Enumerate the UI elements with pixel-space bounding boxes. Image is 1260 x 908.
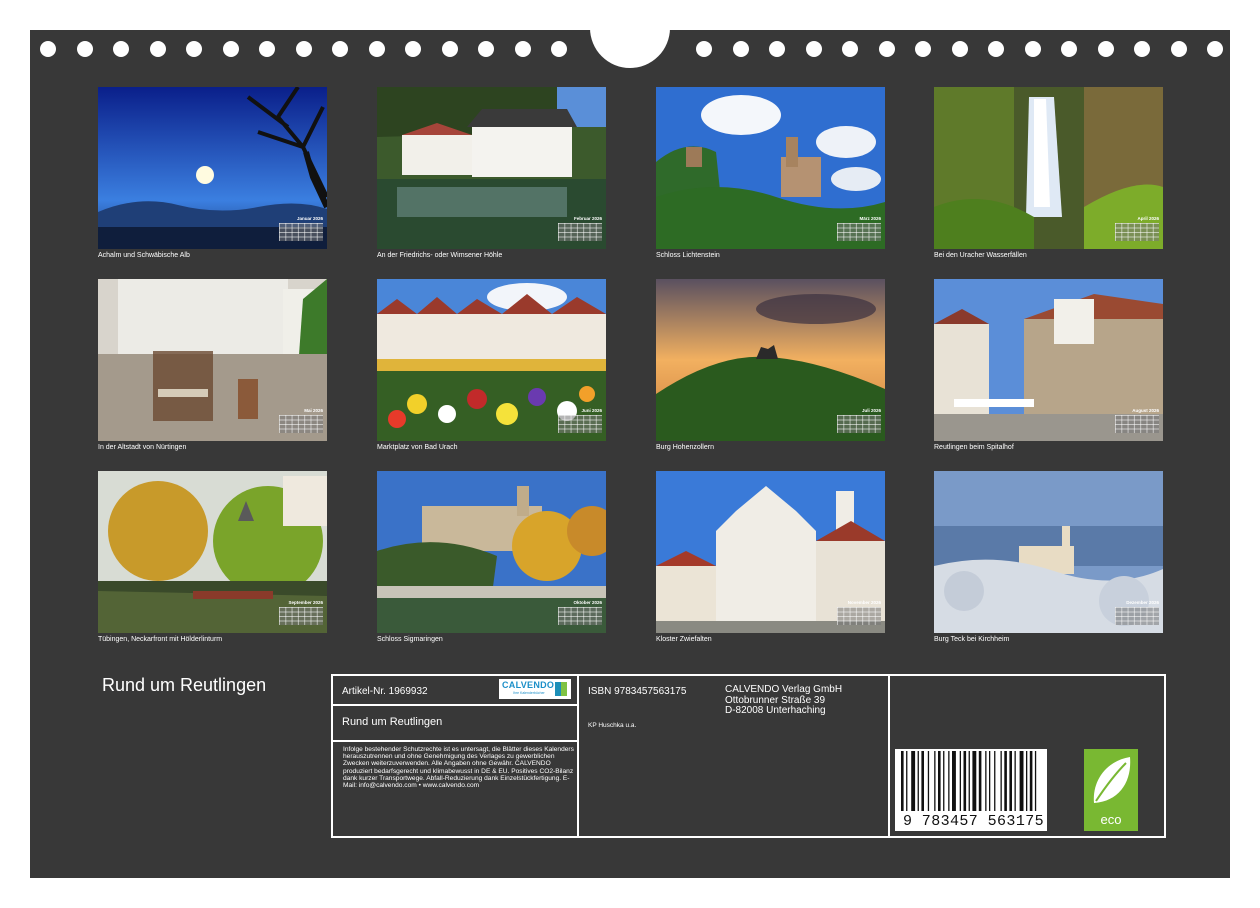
photo-caption: Tübingen, Neckarfront mit Hölderlinturm bbox=[98, 636, 223, 643]
mini-calendar: September 2026 bbox=[279, 600, 323, 625]
mini-calendar: Oktober 2026 bbox=[558, 600, 602, 625]
isbn-barcode: 9 783457 563175 bbox=[895, 749, 1047, 831]
mini-calendar-month: Oktober 2026 bbox=[573, 600, 602, 605]
binding-hole bbox=[1097, 41, 1114, 57]
calendar-back-cover: Januar 2026 Achalm und Schwäbische Alb F… bbox=[30, 0, 1230, 878]
mini-calendar: Dezember 2026 bbox=[1115, 600, 1159, 625]
binding-hole bbox=[1024, 41, 1041, 57]
binding-hole bbox=[76, 41, 93, 57]
logo-subtitle: Ihre Kalenderbücher bbox=[513, 691, 545, 695]
isbn: ISBN 9783457563175 bbox=[588, 686, 687, 697]
binding-hole bbox=[405, 41, 421, 57]
photo-caption: Bei den Uracher Wasserfällen bbox=[934, 252, 1027, 259]
binding-hole bbox=[149, 41, 166, 57]
photo-caption: Schloss Sigmaringen bbox=[377, 636, 443, 643]
product-title: Rund um Reutlingen bbox=[342, 716, 443, 728]
mini-calendar: November 2026 bbox=[837, 600, 881, 625]
photo-march: März 2026 bbox=[656, 87, 885, 249]
photo-april: April 2026 bbox=[934, 87, 1163, 249]
logo-text: CALVENDO bbox=[502, 680, 555, 690]
binding-hole bbox=[551, 41, 567, 57]
binding-hole bbox=[259, 41, 275, 57]
binding-hole bbox=[842, 41, 858, 57]
photo-december: Dezember 2026 bbox=[934, 471, 1163, 633]
binding-hole bbox=[186, 41, 202, 57]
mini-calendar-month: August 2026 bbox=[1132, 408, 1159, 413]
photo-caption: Burg Teck bei Kirchheim bbox=[934, 636, 1010, 643]
photo-caption: Burg Hohenzollern bbox=[656, 444, 714, 451]
mini-calendar-month: Dezember 2026 bbox=[1126, 600, 1159, 605]
article-number: Artikel-Nr. 1969932 bbox=[342, 686, 428, 697]
mini-calendar-month: September 2026 bbox=[288, 600, 323, 605]
calvendo-logo: CALVENDO Ihre Kalenderbücher bbox=[499, 679, 571, 699]
photo-caption: In der Altstadt von Nürtingen bbox=[98, 444, 187, 451]
binding-hole bbox=[1207, 41, 1223, 57]
mini-calendar: Februar 2026 bbox=[558, 216, 602, 241]
barcode-number: 9 783457 563175 bbox=[903, 813, 1045, 830]
mini-calendar-month: Mai 2026 bbox=[304, 408, 323, 413]
binding-hole bbox=[478, 41, 494, 57]
photo-november: November 2026 bbox=[656, 471, 885, 633]
legal-notice: Infolge bestehender Schutzrechte ist es … bbox=[343, 746, 574, 790]
photo-may: Mai 2026 bbox=[98, 279, 327, 441]
mini-calendar: Januar 2026 bbox=[279, 216, 323, 241]
mini-calendar: Mai 2026 bbox=[279, 408, 323, 433]
publisher-name: CALVENDO Verlag GmbH bbox=[725, 684, 843, 695]
binding-hole bbox=[696, 41, 712, 57]
product-info-box: Artikel-Nr. 1969932 CALVENDO Ihre Kalend… bbox=[331, 674, 1166, 838]
binding-hole bbox=[1134, 41, 1150, 57]
mini-calendar: August 2026 bbox=[1115, 408, 1159, 433]
mini-calendar-month: Februar 2026 bbox=[573, 216, 602, 221]
binding-hole bbox=[514, 41, 531, 57]
photo-january: Januar 2026 bbox=[98, 87, 327, 249]
binding-hole bbox=[441, 41, 458, 57]
eco-leaf-icon: eco bbox=[1084, 749, 1138, 831]
binding-hole bbox=[332, 41, 348, 57]
photo-caption: An der Friedrichs- oder Wimsener Höhle bbox=[377, 252, 503, 259]
photo-caption: Reutlingen beim Spitalhof bbox=[934, 444, 1014, 451]
mini-calendar: April 2026 bbox=[1115, 216, 1159, 241]
photo-caption: Schloss Lichtenstein bbox=[656, 252, 720, 259]
photo-caption: Marktplatz von Bad Urach bbox=[377, 444, 458, 451]
mini-calendar-month: Januar 2026 bbox=[296, 216, 323, 221]
publisher-city: D-82008 Unterhaching bbox=[725, 705, 826, 716]
binding-hole bbox=[113, 41, 129, 57]
binding-hole bbox=[732, 41, 749, 57]
eco-label: eco bbox=[1100, 812, 1122, 827]
binding-hole bbox=[222, 41, 239, 57]
photo-july: Juli 2026 bbox=[656, 279, 885, 441]
binding-hole bbox=[40, 41, 56, 57]
mini-calendar: Juli 2026 bbox=[837, 408, 881, 433]
mini-calendar-month: April 2026 bbox=[1137, 216, 1159, 221]
photo-june: Juni 2026 bbox=[377, 279, 606, 441]
mini-calendar-month: Juni 2026 bbox=[581, 408, 602, 413]
publisher-address: CALVENDO Verlag GmbH Ottobrunner Straße … bbox=[725, 684, 843, 717]
binding-hole bbox=[805, 41, 822, 57]
photo-october: Oktober 2026 bbox=[377, 471, 606, 633]
binding-hole bbox=[368, 41, 385, 57]
binding-hole bbox=[878, 41, 895, 57]
author: KP Huschka u.a. bbox=[588, 722, 637, 729]
calendar-title: Rund um Reutlingen bbox=[102, 675, 267, 695]
binding-hole bbox=[1061, 41, 1077, 57]
binding-hole bbox=[1170, 41, 1187, 57]
photo-caption: Kloster Zwiefalten bbox=[656, 636, 712, 643]
binding-hole bbox=[988, 41, 1004, 57]
mini-calendar: Juni 2026 bbox=[558, 408, 602, 433]
binding-hole bbox=[951, 41, 968, 57]
mini-calendar-month: Juli 2026 bbox=[861, 408, 881, 413]
photo-caption: Achalm und Schwäbische Alb bbox=[98, 252, 190, 259]
photo-february: Februar 2026 bbox=[377, 87, 606, 249]
mini-calendar: März 2026 bbox=[837, 216, 881, 241]
photo-august: August 2026 bbox=[934, 279, 1163, 441]
mini-calendar-month: November 2026 bbox=[847, 600, 881, 605]
binding-hole bbox=[915, 41, 931, 57]
mini-calendar-month: März 2026 bbox=[859, 216, 881, 221]
photo-september: September 2026 bbox=[98, 471, 327, 633]
binding-hole bbox=[295, 41, 312, 57]
binding-hole bbox=[769, 41, 785, 57]
